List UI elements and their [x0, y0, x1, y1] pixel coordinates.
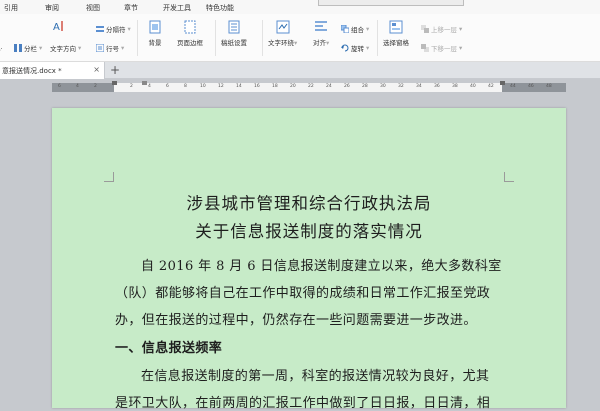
ruler-tick: 36 — [434, 84, 440, 89]
ruler-tick: 4 — [148, 84, 151, 89]
ruler-tick: 2 — [94, 84, 97, 89]
paragraph-line: （队）都能够将自己在工作中取得的成绩和日常工作汇报至党政 — [115, 286, 491, 301]
size-button[interactable]: 小· — [0, 43, 3, 53]
menu-section[interactable]: 章节 — [124, 3, 138, 13]
document-tab[interactable]: 意报送情况.docx * × — [0, 62, 105, 79]
ruler-tick: 4 — [76, 84, 79, 89]
ruler-tick: 12 — [218, 84, 224, 89]
row-number-button[interactable]: 行号 ▾ — [95, 43, 124, 53]
paragraph-line: 自 2016 年 8 月 6 日信息报送制度建立以来，绝大多数科室 — [141, 259, 502, 274]
ruler-tick: 44 — [510, 84, 516, 89]
menu-bar: 引用 审阅 视图 章节 开发工具 特色功能 — [0, 0, 600, 14]
ruler-tick: 32 — [398, 84, 404, 89]
menu-references[interactable]: 引用 — [4, 3, 18, 13]
ruler-tick: 42 — [488, 84, 494, 89]
ruler-tick: 16 — [254, 84, 260, 89]
page-border-button[interactable]: 页面边框 — [177, 20, 203, 47]
background-icon — [148, 20, 162, 34]
margin-corner-top-right — [504, 172, 514, 182]
ruler-tick: 14 — [236, 84, 242, 89]
rotate-icon — [341, 44, 349, 52]
text-direction-icon: A — [52, 19, 66, 33]
selection-pane-button[interactable]: 选择窗格 — [383, 20, 409, 47]
paragraph-line: 办，但在报送的过程中，仍然存在一些问题需要进一步改进。 — [115, 313, 477, 328]
text-wrap-icon — [276, 20, 290, 34]
ruler-tick: 8 — [184, 84, 187, 89]
left-indent-marker[interactable] — [112, 81, 117, 85]
ruler-tick: 46 — [528, 84, 534, 89]
margin-corner-top-left — [104, 172, 114, 182]
ruler-tick: 20 — [290, 84, 296, 89]
ruler-tick: 24 — [326, 84, 332, 89]
menu-review[interactable]: 审阅 — [45, 3, 59, 13]
svg-text:A: A — [53, 22, 60, 33]
columns-button[interactable]: 分栏 ▾ — [14, 43, 42, 53]
send-backward-icon — [421, 44, 429, 52]
align-icon — [314, 20, 328, 34]
ruler-tick: 30 — [380, 84, 386, 89]
section-heading: 一、信息报送频率 — [115, 341, 223, 356]
ruler-tick: 2 — [130, 84, 133, 89]
ruler-tick: 34 — [416, 84, 422, 89]
ruler-tick: 26 — [344, 84, 350, 89]
ruler-tick: 22 — [308, 84, 314, 89]
page-border-icon — [183, 20, 197, 34]
text-direction-button[interactable]: 文字方向 ▾ — [50, 43, 81, 53]
draft-paper-button[interactable]: 稿纸设置 — [221, 20, 247, 47]
ribbon-divider — [137, 20, 138, 56]
bring-forward-button[interactable]: 上移一层 ▾ — [421, 24, 462, 34]
ruler-tick: 18 — [272, 84, 278, 89]
separator-button[interactable]: 分隔符 ▾ — [96, 24, 131, 34]
align-button[interactable]: 对齐▾ — [313, 20, 329, 47]
separator-icon — [96, 25, 104, 33]
ruler-tick: 38 — [452, 84, 458, 89]
row-number-icon — [95, 43, 105, 53]
group-icon — [340, 24, 350, 34]
document-page[interactable]: 涉县城市管理和综合行政执法局 关于信息报送制度的落实情况 自 2016 年 8 … — [52, 108, 566, 411]
dropdown-popup-edge — [318, 0, 464, 6]
paragraph-line: 在信息报送制度的第一周，科室的报送情况较为良好，尤其 — [141, 369, 490, 384]
draft-paper-icon — [227, 20, 241, 34]
close-tab-icon[interactable]: × — [93, 65, 100, 74]
first-line-indent-marker[interactable] — [142, 81, 147, 85]
ruler-tick: 48 — [546, 84, 552, 89]
text-direction-button-top[interactable]: A — [52, 19, 66, 33]
ribbon-divider — [262, 20, 263, 56]
group-button[interactable]: 组合 ▾ — [340, 24, 369, 34]
horizontal-ruler[interactable]: 6 4 2 2 4 6 8 10 12 14 16 18 20 22 24 26… — [52, 81, 566, 92]
ruler-tick: 40 — [470, 84, 476, 89]
ruler-tick: 6 — [166, 84, 169, 89]
selection-pane-icon — [389, 20, 403, 34]
ruler-tick: 10 — [200, 84, 206, 89]
ruler-tick: 28 — [362, 84, 368, 89]
background-button[interactable]: 背景 — [148, 20, 162, 47]
right-indent-marker[interactable] — [500, 81, 505, 85]
document-tab-title: 意报送情况.docx * — [2, 66, 62, 75]
ribbon-divider — [377, 20, 378, 56]
document-title-line-2: 关于信息报送制度的落实情况 — [195, 222, 423, 241]
text-wrap-button[interactable]: 文字环绕▾ — [268, 20, 297, 47]
document-title-line-1: 涉县城市管理和综合行政执法局 — [186, 194, 432, 213]
rotate-button[interactable]: 旋转 ▾ — [341, 43, 369, 53]
columns-icon — [14, 44, 22, 52]
ruler-tick: 6 — [58, 84, 61, 89]
menu-developer[interactable]: 开发工具 — [163, 3, 191, 13]
paragraph-line: 是环卫大队，在前两周的汇报工作中做到了日日报，日日清，相 — [115, 396, 491, 411]
add-tab-button[interactable]: + — [110, 63, 120, 77]
menu-view[interactable]: 视图 — [86, 3, 100, 13]
ribbon-toolbar: A 小· 分栏▾ 文字方向▾ 分隔符▾ 行号▾ 背景 页面边框 稿纸设置 文字环… — [0, 14, 600, 62]
ribbon-divider — [215, 20, 216, 56]
bring-forward-icon — [421, 25, 429, 33]
document-tab-bar: 意报送情况.docx * × + — [0, 62, 600, 79]
menu-special-features[interactable]: 特色功能 — [206, 3, 234, 13]
send-backward-button[interactable]: 下移一层 ▾ — [421, 43, 462, 53]
